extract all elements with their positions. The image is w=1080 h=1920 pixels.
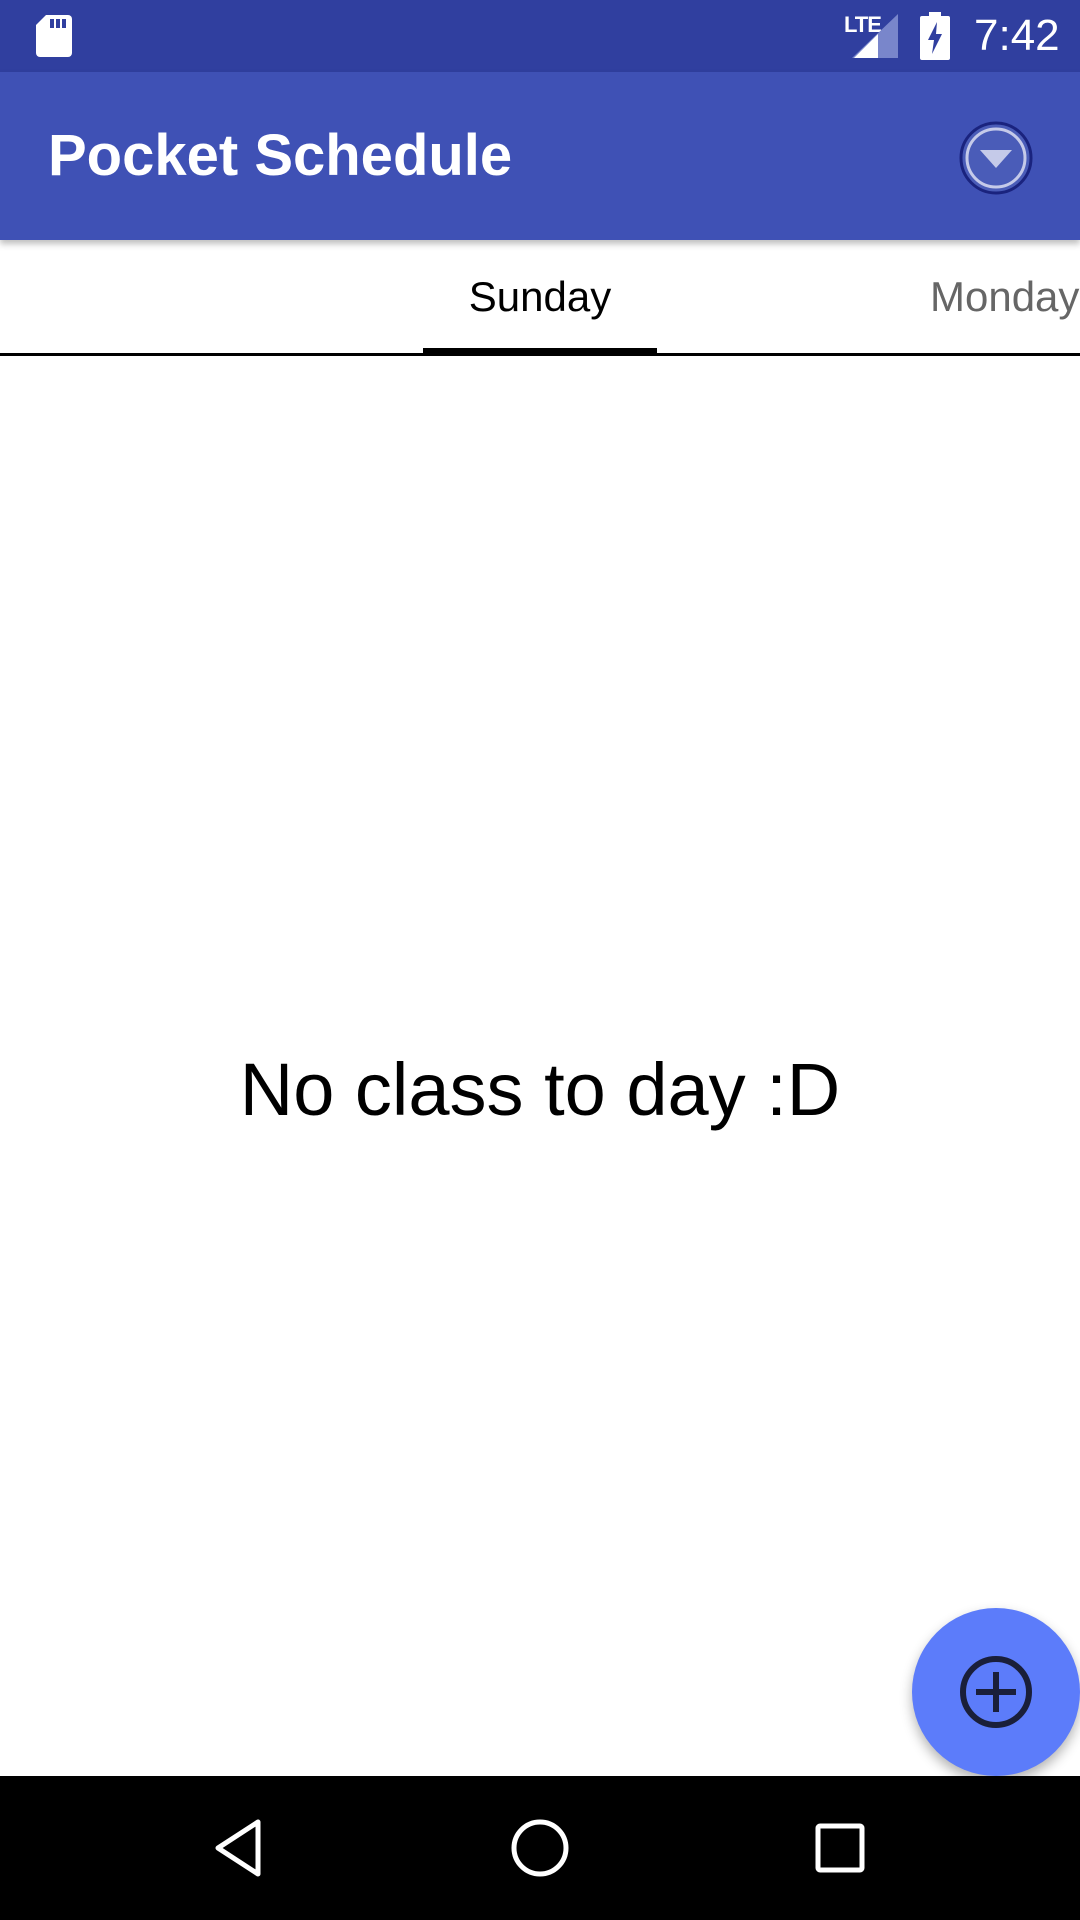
clock: 7:42 — [974, 11, 1060, 60]
back-icon[interactable] — [204, 1812, 276, 1884]
navigation-bar — [0, 1776, 1080, 1920]
app-title: Pocket Schedule — [48, 123, 513, 188]
home-icon[interactable] — [504, 1812, 576, 1884]
add-class-button[interactable] — [912, 1608, 1080, 1776]
signal-icon — [852, 14, 898, 58]
recents-icon[interactable] — [804, 1812, 876, 1884]
screen: LTE 7:42 Pocket Schedule Sunday Monday N… — [0, 0, 1080, 1920]
dropdown-circle-icon[interactable] — [958, 120, 1034, 196]
tab-sunday[interactable]: Sunday — [423, 240, 657, 353]
tab-monday[interactable]: Monday — [900, 240, 1080, 353]
add-circle-icon — [960, 1656, 1032, 1728]
app-bar: Pocket Schedule — [0, 72, 1080, 240]
tab-indicator — [423, 348, 657, 356]
empty-state-message: No class to day :D — [239, 1048, 841, 1131]
status-bar: LTE 7:42 — [0, 0, 1080, 72]
sd-card-icon — [36, 15, 72, 57]
battery-charging-icon — [920, 12, 950, 60]
tab-bar: Sunday Monday — [0, 240, 1080, 356]
